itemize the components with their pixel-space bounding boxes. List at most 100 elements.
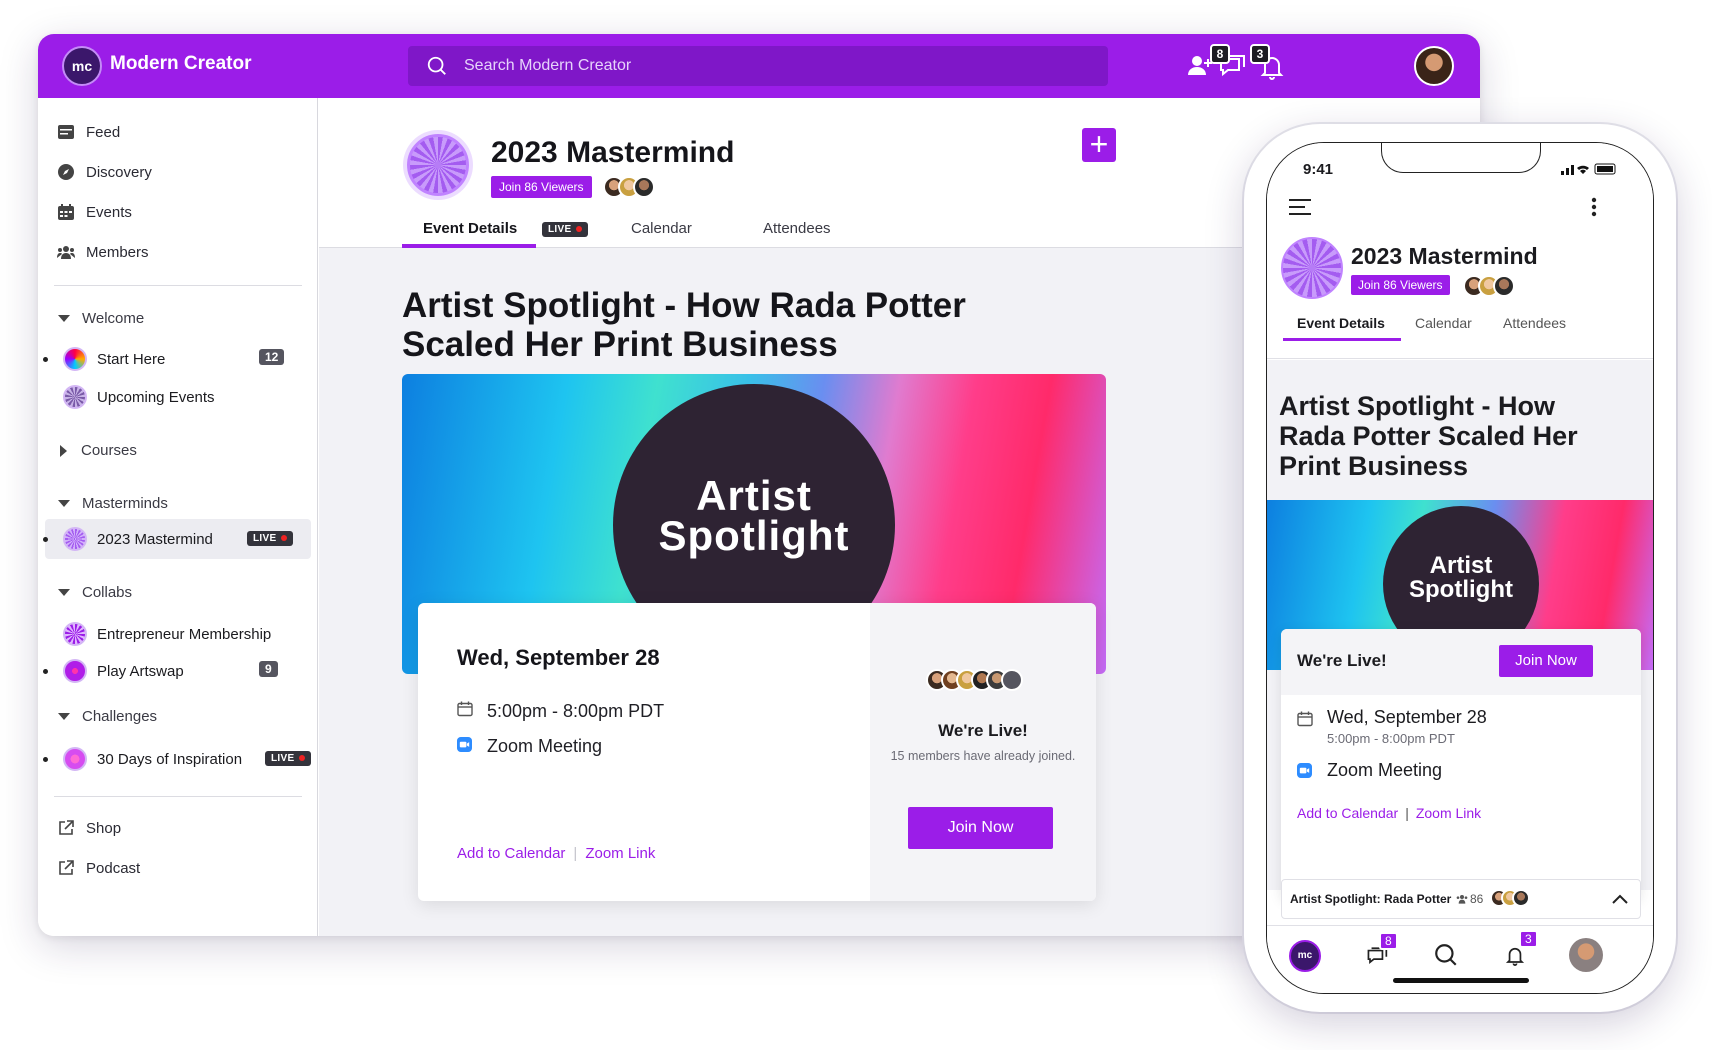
zoom-link[interactable]: Zoom Link	[1416, 805, 1481, 821]
sidebar-item-podcast[interactable]: Podcast	[56, 850, 140, 886]
sidebar-item-shop[interactable]: Shop	[56, 810, 121, 846]
calendar-icon	[56, 202, 76, 222]
user-avatar[interactable]	[1414, 46, 1454, 86]
sidebar-item-label: 30 Days of Inspiration	[97, 750, 243, 768]
space-icon	[63, 527, 87, 551]
add-button[interactable]: +	[1082, 128, 1116, 162]
avatar	[1493, 275, 1515, 297]
chevron-right-icon	[60, 444, 67, 457]
event-card: Wed, September 28 5:00pm - 8:00pm PDT Zo…	[418, 603, 1096, 901]
sidebar-item-label: Entrepreneur Membership	[97, 625, 272, 643]
chevron-down-icon	[58, 589, 70, 596]
search-icon	[427, 56, 446, 75]
external-link-icon	[56, 858, 76, 878]
sidebar-item-upcoming-events[interactable]: Upcoming Events	[45, 377, 345, 417]
bottom-nav: mc 8 3	[1267, 925, 1653, 993]
nav-messages[interactable]: 8	[1363, 932, 1398, 970]
menu-icon[interactable]	[1289, 199, 1311, 215]
count-badge: 12	[259, 349, 285, 365]
joined-text: 15 members have already joined.	[890, 749, 1076, 763]
zoom-icon	[1297, 763, 1312, 778]
sidebar-item-label: Events	[86, 203, 132, 221]
viewer-avatars	[1463, 275, 1515, 297]
chevron-up-icon[interactable]	[1612, 894, 1628, 904]
space-title: 2023 Mastermind	[491, 136, 735, 169]
tab-event-details[interactable]: Event Details	[423, 220, 517, 237]
phone-header: 9:41 2023 Mastermind Join 86 Viewers Eve…	[1267, 143, 1653, 359]
tab-attendees[interactable]: Attendees	[1503, 315, 1566, 331]
sidebar-item-feed[interactable]: Feed	[56, 114, 120, 150]
live-panel: We're Live! 15 members have already join…	[870, 603, 1096, 901]
app-name[interactable]: Modern Creator	[110, 53, 251, 75]
live-heading: We're Live!	[938, 721, 1028, 740]
section-label: Masterminds	[82, 495, 168, 512]
home-indicator	[1393, 978, 1529, 983]
sidebar-item-play-artswap[interactable]: Play Artswap 9	[43, 651, 345, 691]
join-viewers-button[interactable]: Join 86 Viewers	[1351, 275, 1450, 295]
notifications-badge: 3	[1250, 44, 1270, 64]
section-label: Challenges	[82, 708, 158, 725]
home-logo[interactable]: mc	[1289, 940, 1321, 972]
top-bar: mc Modern Creator Search Modern Creator …	[38, 34, 1480, 98]
add-to-calendar-link[interactable]: Add to Calendar	[1297, 805, 1398, 821]
zoom-link[interactable]: Zoom Link	[585, 845, 655, 862]
joined-avatars	[926, 669, 1023, 691]
tab-event-details[interactable]: Event Details	[1297, 315, 1385, 331]
unread-dot	[43, 756, 48, 762]
banner-text-line: Artist	[1429, 552, 1493, 579]
space-icon	[63, 747, 87, 771]
add-to-calendar-link[interactable]: Add to Calendar	[457, 845, 565, 862]
phone-frame: 9:41 2023 Mastermind Join 86 Viewers Eve…	[1244, 124, 1676, 1012]
tab-calendar[interactable]: Calendar	[631, 220, 692, 237]
app-logo[interactable]: mc	[62, 46, 102, 86]
sidebar-item-members[interactable]: Members	[56, 234, 149, 270]
section-label: Collabs	[82, 584, 133, 601]
sidebar-item-2023-mastermind[interactable]: 2023 Mastermind LIVE	[43, 519, 311, 559]
user-avatar[interactable]	[1569, 938, 1603, 972]
nav-notifications[interactable]: 3	[1501, 930, 1538, 970]
search-icon[interactable]	[1433, 942, 1459, 968]
sidebar-item-events[interactable]: Events	[56, 194, 132, 230]
search-placeholder: Search Modern Creator	[464, 57, 632, 74]
event-title: Artist Spotlight - How Rada Potter Scale…	[402, 286, 966, 364]
more-options-icon[interactable]	[1591, 197, 1597, 217]
zoom-icon	[457, 736, 475, 757]
phone-screen: 9:41 2023 Mastermind Join 86 Viewers Eve…	[1266, 142, 1654, 994]
banner-text: Artist Spotlight	[613, 475, 895, 557]
sidebar-item-label: Feed	[86, 123, 121, 141]
messages-button[interactable]: 8	[1210, 44, 1250, 84]
event-links: Add to Calendar | Zoom Link	[1297, 805, 1481, 821]
tab-attendees[interactable]: Attendees	[763, 220, 831, 237]
section-welcome[interactable]: Welcome	[58, 310, 144, 327]
join-viewers-button[interactable]: Join 86 Viewers	[491, 176, 592, 198]
members-icon	[1456, 895, 1468, 904]
messages-badge: 8	[1210, 44, 1230, 64]
messages-badge: 8	[1379, 932, 1398, 950]
sidebar-item-label: 2023 Mastermind	[97, 530, 213, 548]
banner-text-line: Spotlight	[1409, 576, 1513, 603]
section-courses[interactable]: Courses	[58, 442, 137, 459]
join-now-button[interactable]: Join Now	[1499, 645, 1593, 677]
compass-icon	[56, 162, 76, 182]
divider	[54, 285, 302, 286]
section-collabs[interactable]: Collabs	[58, 584, 132, 601]
event-date: Wed, September 28	[457, 645, 660, 670]
tab-calendar[interactable]: Calendar	[1415, 315, 1472, 331]
tab-indicator	[402, 244, 536, 248]
viewer-avatars	[1490, 889, 1530, 907]
join-now-button[interactable]: Join Now	[908, 807, 1053, 849]
section-challenges[interactable]: Challenges	[58, 708, 157, 725]
sidebar-item-entrepreneur-membership[interactable]: Entrepreneur Membership	[45, 614, 345, 654]
notifications-button[interactable]: 3	[1250, 44, 1290, 84]
avatar	[1512, 889, 1530, 907]
sidebar-item-30-days[interactable]: 30 Days of Inspiration LIVE	[43, 739, 345, 779]
link-separator: |	[1405, 805, 1409, 821]
live-row: We're Live! Join Now	[1281, 629, 1641, 695]
sidebar-item-discovery[interactable]: Discovery	[56, 154, 152, 190]
event-location-row: Zoom Meeting	[457, 736, 602, 757]
search-input[interactable]: Search Modern Creator	[408, 46, 1108, 86]
mini-player[interactable]: Artist Spotlight: Rada Potter 86	[1281, 879, 1641, 919]
live-badge: LIVE	[247, 531, 294, 546]
sidebar-item-start-here[interactable]: Start Here 12	[43, 339, 345, 379]
section-masterminds[interactable]: Masterminds	[58, 495, 168, 512]
